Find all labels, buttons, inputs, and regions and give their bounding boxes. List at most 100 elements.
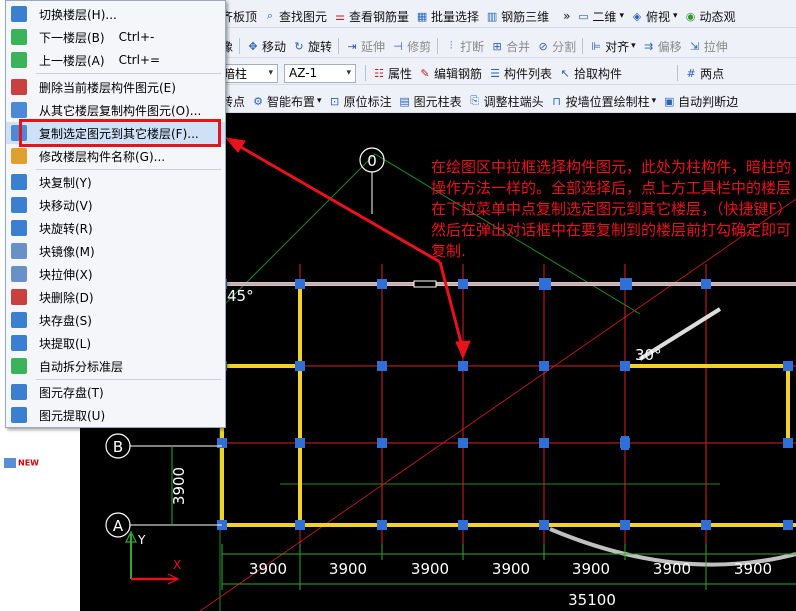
properties-icon: ☷ [374,66,384,80]
extend-icon: ⇥ [347,39,357,53]
smart-place-icon: ⚙ [253,94,263,108]
block-rotate-icon [11,220,27,236]
rebar-3d-button[interactable]: ▥ 钢筋三维 [482,6,552,26]
grid-lines [222,264,796,544]
angle-label-45: 45° [227,287,254,305]
toolbar-row-1: 齐板顶 ⌕ 查找图元 ⚌ 查看钢筋量 ▦ 批量选择 ▥ 钢筋三维 » ▭ 二维 ▾ ◈ 俯视 ▾… [218,5,796,28]
block-save-icon [11,312,27,328]
properties-button[interactable]: ☷ 属性 [369,63,415,83]
rebar-icon: ⚌ [335,9,345,23]
block-stretch-icon [11,266,27,282]
smart-place-button[interactable]: ⚙ 智能布置 ▾ [248,91,325,111]
stretch-icon: ⇲ [690,39,700,53]
dimension-span: 3900 [572,560,610,578]
rotate-button[interactable]: ↻ 旋转 [289,36,335,56]
ucs-y-label: Y [137,533,146,547]
dimension-span: 3900 [734,560,772,578]
angle-label-30: 30° [635,346,662,364]
draw-by-wall-button[interactable]: ⊓ 按墙位置绘制柱 ▾ [547,91,660,111]
dimension-span: 3900 [492,560,530,578]
menu-item-block-delete[interactable]: 块删除(D) [6,286,225,308]
binoculars-icon: ⌕ [266,9,274,22]
view-2d-combo[interactable]: ▭ 二维 ▾ [573,6,627,26]
beam-outline [220,284,796,527]
two-point-button[interactable]: # 两点 [681,63,727,83]
wall-column-icon: ⊓ [552,94,561,108]
pick-component-button[interactable]: ↖ 拾取构件 [555,63,625,83]
stretch-button[interactable]: ⇲ 拉伸 [685,36,731,56]
menu-item-block-rotate[interactable]: 块旋转(R) [6,217,225,239]
more-chevron-icon[interactable]: » [560,6,573,26]
list-icon: ☰ [490,66,500,80]
top-view-combo[interactable]: ◈ 俯视 ▾ [627,6,681,26]
adjust-column-end-button[interactable]: ⎘ 调整柱端头 [465,91,547,111]
label-icon: ⊡ [329,94,340,108]
block-extract-icon [11,335,27,351]
menu-item-element-save[interactable]: 图元存盘(T) [6,381,225,403]
menu-item-delete-floor-elements[interactable]: 删除当前楼层构件图元(E) [6,76,225,98]
menu-item-block-copy[interactable]: 块复制(Y) [6,171,225,193]
menu-item-rename-floor-components[interactable]: 修改楼层构件名称(G)... [6,145,225,167]
menu-item-block-stretch[interactable]: 块拉伸(X) [6,263,225,285]
merge-button[interactable]: ⊞ 合并 [487,36,533,56]
find-element-button[interactable]: ⌕ 查找图元 [260,6,330,26]
view-rebar-button[interactable]: ⚌ 查看钢筋量 [330,6,412,26]
split-button[interactable]: ⊘ 分割 [533,36,579,56]
table-icon: ▤ [399,94,410,108]
rename-icon [11,148,27,164]
toolbar-row-4: 转点 ⚙ 智能布置 ▾ ⊡ 原位标注 ▤ 图元柱表 ⎘ 调整柱端头 ⊓ 按墙位置绘制柱 ▾ ▣… [218,90,796,113]
trim-button[interactable]: ⊣ 修剪 [388,36,434,56]
merge-icon: ⊞ [492,39,502,53]
auto-detect-icon: ▣ [663,94,675,108]
ucs-axes-icon [125,530,180,585]
dimension-span: 3900 [411,560,449,578]
edit-rebar-icon: ✎ [420,66,430,80]
dimension-total: 35100 [568,591,616,609]
component-list-button[interactable]: ☰ 构件列表 [485,63,555,83]
dimension-span: 3900 [249,560,287,578]
inplace-label-button[interactable]: ⊡ 原位标注 [325,91,395,111]
menu-item-switch-floor[interactable]: 切换楼层(H)... [6,3,225,25]
dropdown-arrow-icon: ▾ [268,68,273,78]
block-move-icon [11,197,27,213]
menu-item-block-move[interactable]: 块移动(V) [6,194,225,216]
menu-item-block-mirror[interactable]: 块镜像(M) [6,240,225,262]
component-name-combo[interactable]: AZ-1 ▾ [284,63,356,83]
auto-detect-edge-button[interactable]: ▣ 自动判断边 [659,91,741,111]
component-type-combo[interactable]: 暗柱 ▾ [218,63,278,83]
2d-view-icon: ▭ [578,9,589,23]
move-icon: ✥ [248,39,258,53]
menu-item-element-extract[interactable]: 图元提取(U) [6,404,225,426]
arrow-down-icon [11,29,27,45]
menu-item-copy-from-other-floor[interactable]: 从其它楼层复制构件图元(O)... [6,99,225,121]
auto-split-icon [11,358,27,374]
toolbar: 齐板顶 ⌕ 查找图元 ⚌ 查看钢筋量 ▦ 批量选择 ▥ 钢筋三维 » ▭ 二维 ▾ ◈ 俯视 ▾… [218,0,796,113]
break-icon: ⫶ [449,39,453,52]
extend-button[interactable]: ⇥ 延伸 [342,36,388,56]
menu-item-block-extract[interactable]: 块提取(L) [6,332,225,354]
offset-button[interactable]: ⇉ 偏移 [639,36,685,56]
menu-item-block-save[interactable]: 块存盘(S) [6,309,225,331]
batch-select-button[interactable]: ▦ 批量选择 [412,6,482,26]
block-delete-icon [11,289,27,305]
batch-select-icon: ▦ [416,9,428,23]
break-button[interactable]: ⫶ 打断 [441,36,487,56]
new-icon [4,458,16,468]
move-button[interactable]: ✥ 移动 [243,36,289,56]
arrow-up-icon [11,52,27,68]
menu-item-auto-split-standard-floor[interactable]: 自动拆分标准层 [6,355,225,377]
edit-rebar-button[interactable]: ✎ 编辑钢筋 [415,63,485,83]
split-icon: ⊘ [538,39,548,53]
dynamic-view-icon: ◉ [685,9,696,23]
column-table-button[interactable]: ▤ 图元柱表 [395,91,465,111]
block-copy-icon [11,174,27,190]
rotate-icon: ↻ [294,39,304,53]
menu-item-prev-floor[interactable]: 上一楼层(A) Ctrl+= [6,49,225,71]
align-button[interactable]: ⊫ 对齐 ▾ [586,36,639,56]
pick-icon: ↖ [560,66,570,80]
dropdown-arrow-icon: ▾ [346,68,351,78]
dynamic-view-button[interactable]: ◉ 动态观 [681,6,739,26]
toolbar-row-3: 暗柱 ▾ AZ-1 ▾ ☷ 属性 ✎ 编辑钢筋 ☰ 构件列表 ↖ 拾取构件 # 两点 [218,62,796,85]
new-badge[interactable]: NEW [4,458,39,468]
menu-item-next-floor[interactable]: 下一楼层(B) Ctrl+- [6,26,225,48]
